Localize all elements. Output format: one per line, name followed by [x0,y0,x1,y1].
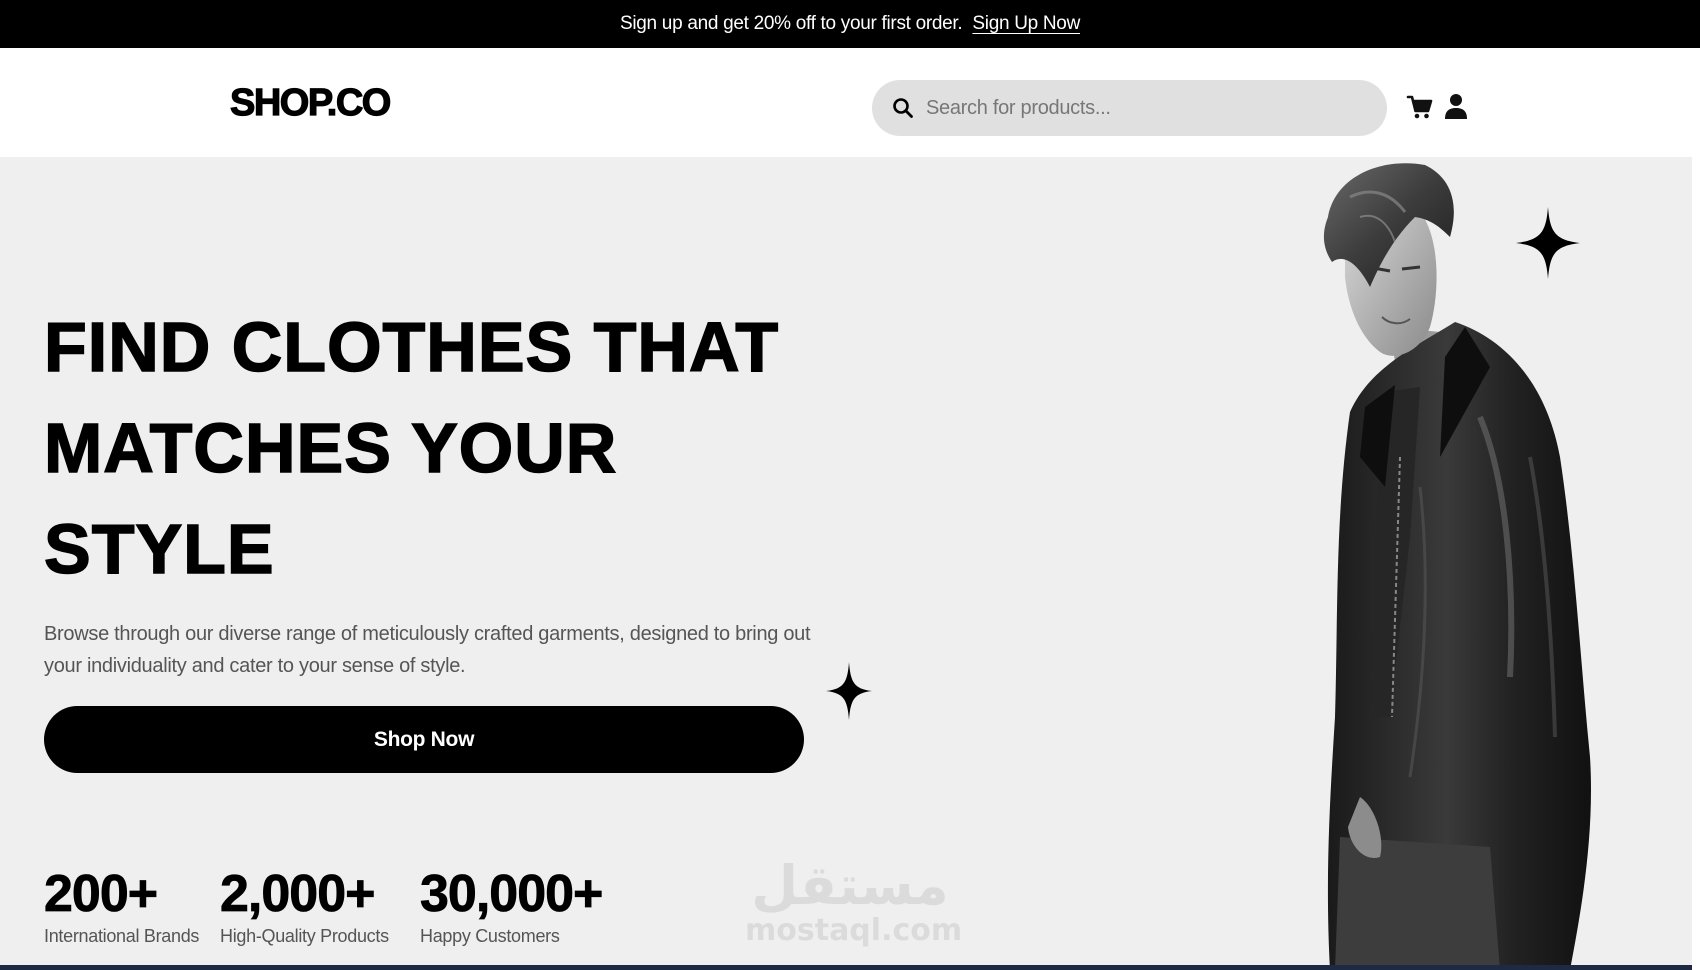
page: Sign up and get 20% off to your first or… [0,0,1700,970]
promo-bar: Sign up and get 20% off to your first or… [0,0,1700,48]
stat-value: 2,000+ [220,865,376,924]
watermark: مستقل mostaql.com [745,854,963,948]
stat-label: High-Quality Products [220,926,389,946]
watermark-arabic: مستقل [751,854,949,917]
promo-text: Sign up and get 20% off to your first or… [620,13,963,34]
stat-item: 30,000+ Happy Customers [420,864,604,947]
stat-label: Happy Customers [420,926,560,946]
bottom-strip [0,965,1692,970]
hero-description: Browse through our diverse range of meti… [44,623,811,677]
cart-icon[interactable] [1406,92,1434,122]
model-photo [1323,163,1591,970]
watermark-latin: mostaql.com [745,913,963,948]
stat-value: 30,000+ [420,865,604,924]
logo[interactable]: SHOP.CO [229,81,392,125]
stat-value: 200+ [44,865,159,924]
search-box[interactable] [872,80,1387,136]
header: SHOP.CO [0,48,1700,157]
search-input[interactable] [926,96,1366,120]
user-icon[interactable] [1444,92,1472,122]
hero-title: FIND CLOTHES THAT MATCHES YOUR STYLE [43,297,804,600]
sparkle-icon [826,662,872,720]
sign-up-link[interactable]: Sign Up Now [972,13,1080,35]
hero-title-line: STYLE [43,509,275,589]
hero-title-line: FIND CLOTHES THAT [43,307,780,387]
stat-item: 2,000+ High-Quality Products [220,864,389,947]
stat-label: International Brands [44,926,200,946]
stat-item: 200+ International Brands [44,864,200,947]
hero-title-line: MATCHES YOUR [43,408,618,488]
scrollbar[interactable] [1692,48,1700,970]
hero-section: FIND CLOTHES THAT MATCHES YOUR STYLE Bro… [0,157,1700,970]
shop-now-button[interactable]: Shop Now [44,706,804,773]
search-icon [892,97,914,119]
